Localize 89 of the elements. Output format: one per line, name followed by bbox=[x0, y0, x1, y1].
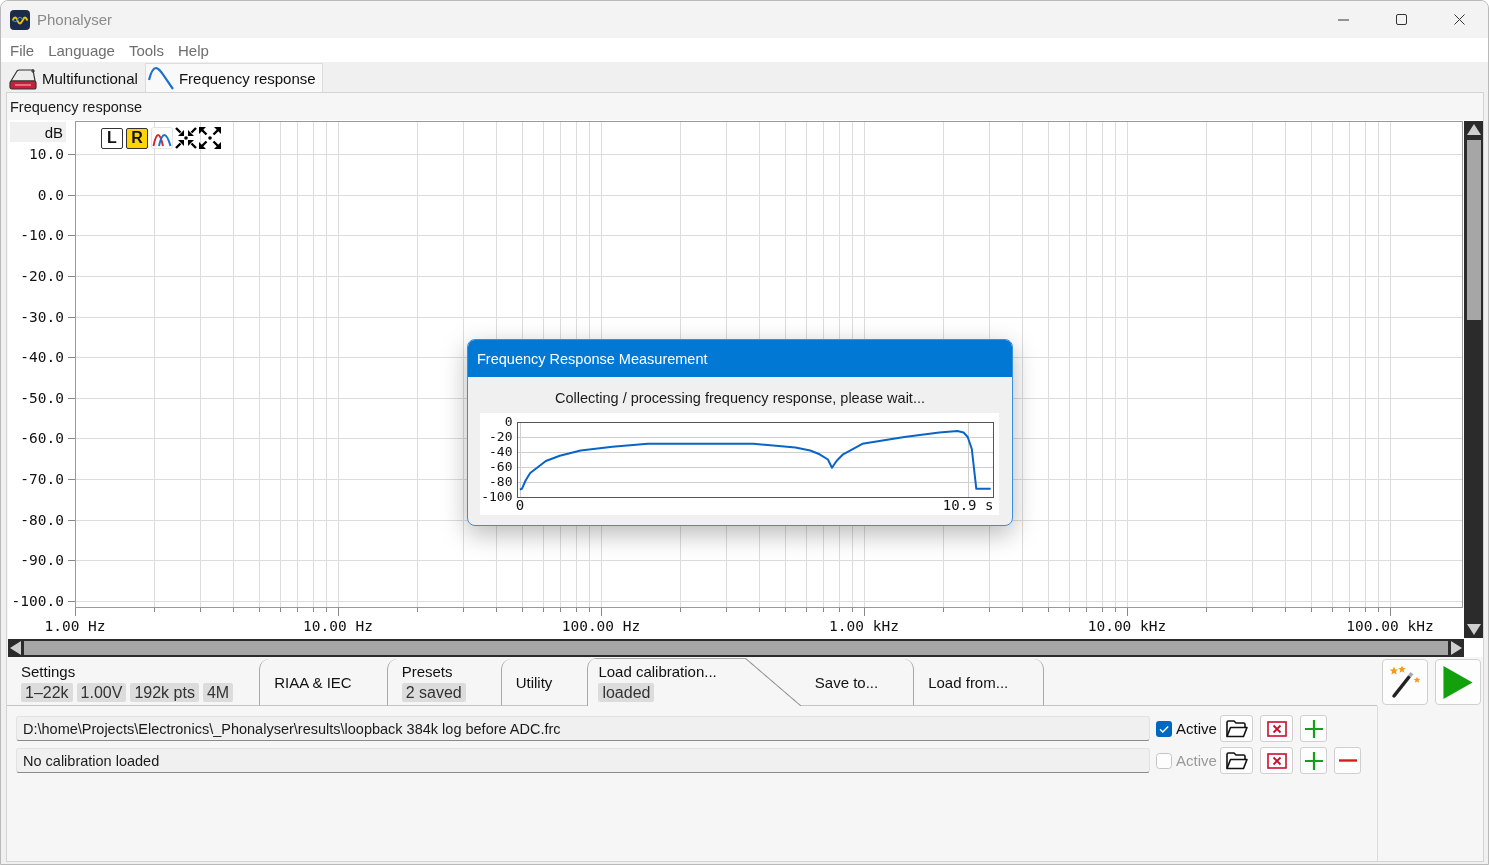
curves-icon[interactable] bbox=[151, 127, 173, 149]
axis-label: 1.00 Hz bbox=[44, 618, 106, 634]
axis-label: 10.0 bbox=[29, 146, 64, 162]
axis-label: -20.0 bbox=[20, 267, 64, 284]
axis-label: 10.00 Hz bbox=[303, 618, 373, 634]
tab-badge: 1.00V bbox=[76, 682, 127, 702]
axis-label: -50.0 bbox=[20, 389, 64, 406]
axis-title: dB bbox=[10, 122, 66, 142]
close-icon bbox=[1453, 14, 1465, 25]
vertical-scrollbar[interactable] bbox=[1464, 121, 1483, 638]
axis-label: -20 bbox=[489, 429, 513, 444]
clear-button[interactable] bbox=[1260, 715, 1293, 742]
maximize-icon bbox=[1395, 14, 1407, 25]
axis-label: -80.0 bbox=[20, 511, 64, 528]
window-title: Phonalyser bbox=[37, 11, 113, 28]
axis-label: -60 bbox=[489, 459, 513, 474]
remove-button[interactable] bbox=[1334, 747, 1361, 774]
tab[interactable]: RIAA & IEC bbox=[259, 659, 387, 706]
plus-icon bbox=[1304, 719, 1323, 738]
axis-label: 0 bbox=[504, 414, 513, 429]
axis-label: -70.0 bbox=[20, 471, 64, 488]
tab[interactable]: Load from... bbox=[914, 659, 1045, 706]
minus-icon bbox=[1338, 759, 1357, 762]
tab[interactable]: Save to... bbox=[800, 659, 915, 706]
play-icon bbox=[1443, 665, 1473, 699]
checkbox-label: Active bbox=[1176, 752, 1217, 769]
tab-badge: 4M bbox=[202, 682, 234, 702]
right-arrow-icon[interactable] bbox=[1451, 641, 1462, 655]
tab-badge: 192k pts bbox=[130, 682, 199, 702]
axis-label: -100 bbox=[481, 489, 513, 504]
tab-badge: 2 saved bbox=[401, 682, 466, 702]
x-box-icon bbox=[1266, 752, 1287, 769]
left-arrow-icon[interactable] bbox=[10, 641, 21, 655]
channel-toggle[interactable]: R bbox=[126, 127, 148, 149]
magic-wand-icon bbox=[1389, 665, 1421, 699]
tab[interactable]: Settings 1–22k 1.00V 192k pts 4M bbox=[7, 659, 260, 706]
minimize-icon bbox=[1337, 18, 1349, 21]
folder-icon bbox=[1225, 751, 1248, 770]
menu-item[interactable]: File bbox=[3, 41, 42, 59]
axis-label: -30.0 bbox=[20, 308, 64, 325]
curve-icon bbox=[147, 66, 174, 90]
menu-item[interactable]: Tools bbox=[121, 41, 171, 59]
panel-title: Frequency response bbox=[9, 97, 144, 117]
app-icon bbox=[10, 9, 30, 30]
add-button[interactable] bbox=[1300, 715, 1327, 742]
axis-label: -80 bbox=[489, 474, 513, 489]
tab[interactable]: Utility bbox=[500, 659, 588, 706]
checkbox-label: Active bbox=[1176, 720, 1217, 737]
dialog-message: Collecting / processing frequency response, please wait... bbox=[554, 389, 926, 407]
axis-label: 100.00 Hz bbox=[561, 618, 641, 634]
axis-label: 0 bbox=[515, 497, 525, 513]
scrollbar-thumb[interactable] bbox=[1466, 140, 1481, 320]
axis-label: 0.0 bbox=[37, 186, 64, 203]
checkbox[interactable] bbox=[1156, 720, 1172, 737]
magic-wand-button[interactable] bbox=[1382, 659, 1428, 705]
add-button[interactable] bbox=[1300, 747, 1327, 774]
axis-label: 100.00 kHz bbox=[1346, 618, 1434, 634]
menu-item[interactable]: Language bbox=[41, 41, 122, 59]
plus-icon bbox=[1304, 751, 1323, 770]
tab-badge: loaded bbox=[598, 682, 655, 702]
axis-label: -10.0 bbox=[20, 227, 64, 244]
tab[interactable]: Frequency response bbox=[144, 63, 323, 92]
open-button[interactable] bbox=[1220, 715, 1253, 742]
tab[interactable]: Multifunctional bbox=[6, 64, 145, 92]
expand-arrows-icon[interactable] bbox=[199, 127, 221, 149]
tab-badge: 1–22k bbox=[21, 682, 73, 702]
open-button[interactable] bbox=[1220, 747, 1253, 774]
shrink-arrows-icon[interactable] bbox=[175, 127, 197, 149]
horizontal-scrollbar[interactable] bbox=[8, 639, 1464, 657]
axis-label: -40 bbox=[489, 444, 513, 459]
menu-item[interactable]: Help bbox=[170, 41, 216, 59]
clear-button[interactable] bbox=[1260, 747, 1293, 774]
down-arrow-icon[interactable] bbox=[1466, 624, 1481, 635]
axis-label: -90.0 bbox=[20, 552, 64, 569]
axis-label: -40.0 bbox=[20, 349, 64, 366]
axis-label: -60.0 bbox=[20, 430, 64, 447]
channel-toggle[interactable]: L bbox=[101, 127, 123, 149]
tab[interactable]: Load calibration... loaded bbox=[587, 658, 801, 706]
tab[interactable]: Presets 2 saved bbox=[386, 659, 501, 706]
axis-label: 10.00 kHz bbox=[1087, 618, 1167, 634]
dialog-title: Frequency Response Measurement bbox=[468, 340, 1012, 377]
x-box-icon bbox=[1266, 720, 1287, 737]
file-path-field[interactable]: D:\home\Projects\Electronics\_Phonalyser\results\loopback 384k log before ADC.frc bbox=[16, 716, 1150, 741]
folder-icon bbox=[1225, 719, 1248, 738]
axis-label: -100.0 bbox=[11, 593, 64, 610]
axis-label: 1.00 kHz bbox=[829, 618, 899, 634]
axis-label: 10.9 s bbox=[942, 497, 994, 513]
scrollbar-thumb[interactable] bbox=[24, 641, 1448, 655]
up-arrow-icon[interactable] bbox=[1466, 124, 1481, 135]
